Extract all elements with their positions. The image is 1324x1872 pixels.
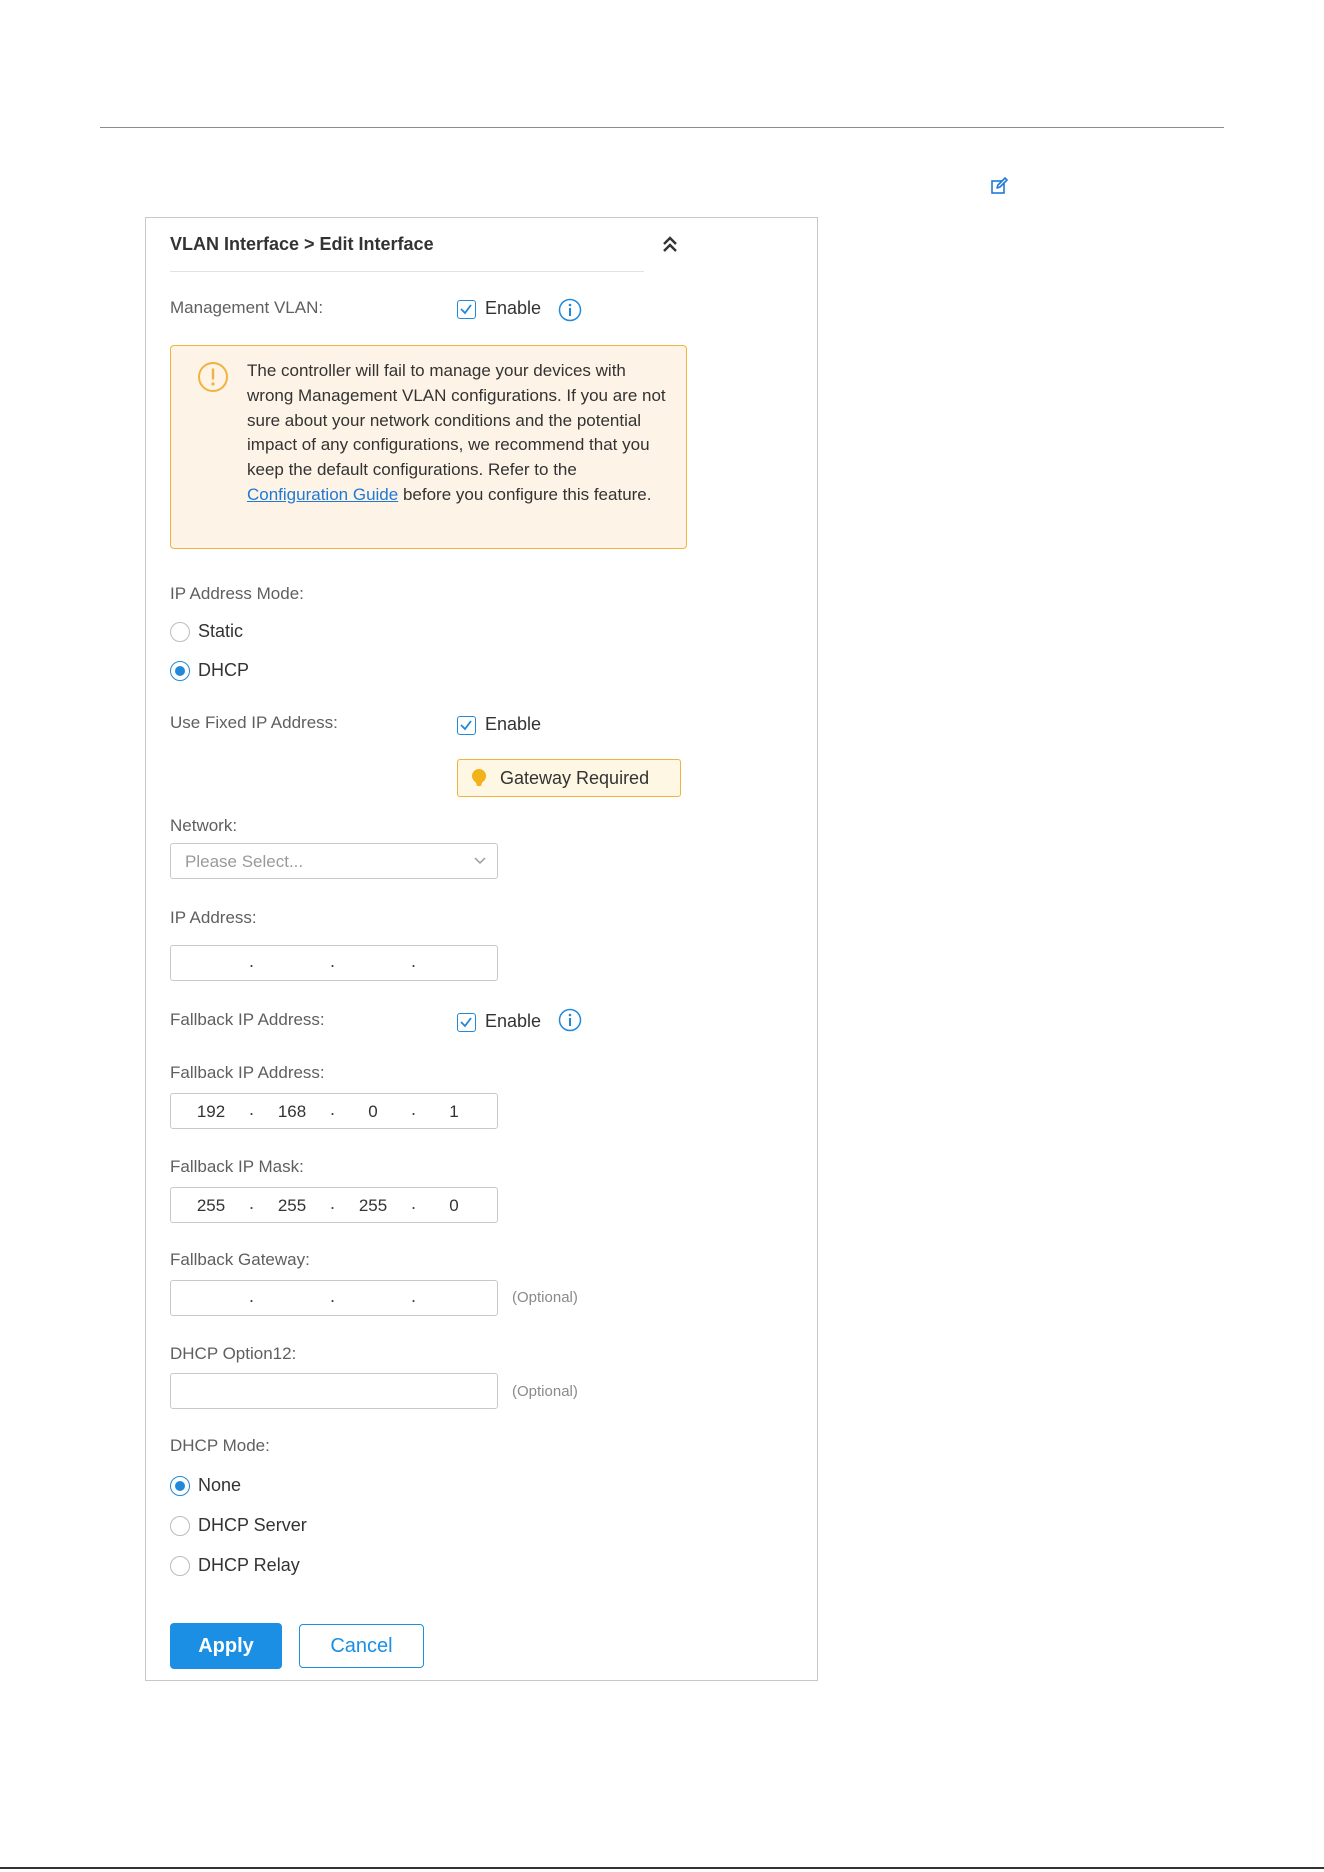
network-placeholder: Please Select... [185, 852, 304, 871]
dhcp-mode-none-radio[interactable] [170, 1476, 190, 1496]
panel-title: VLAN Interface > Edit Interface [170, 234, 434, 254]
fallback-gateway-label: Fallback Gateway: [170, 1250, 310, 1269]
fallback-ip-label: Fallback IP Address: [170, 1063, 325, 1082]
management-vlan-checkbox[interactable] [457, 300, 476, 319]
fallback-ip-octet-2[interactable]: 168 [270, 1102, 314, 1122]
info-icon[interactable] [558, 1008, 582, 1032]
fixed-ip-checkbox[interactable] [457, 716, 476, 735]
dhcp-option12-input[interactable] [170, 1373, 498, 1409]
fallback-mask-octet-2[interactable]: 255 [270, 1196, 314, 1216]
ip-mode-dhcp-radio[interactable] [170, 661, 190, 681]
warning-icon [198, 362, 228, 392]
fallback-ip-octet-3[interactable]: 0 [351, 1102, 395, 1122]
ip-address-mode-label: IP Address Mode: [170, 584, 304, 603]
ip-dot: . [249, 1099, 255, 1119]
fallback-ip-octet-1[interactable]: 192 [189, 1102, 233, 1122]
fallback-ip-toggle-label: Fallback IP Address: [170, 1010, 325, 1029]
info-icon[interactable] [558, 298, 582, 322]
fallback-ip-checkbox[interactable] [457, 1013, 476, 1032]
warning-text: The controller will fail to manage your … [247, 361, 666, 504]
ip-mode-dhcp-label: DHCP [198, 660, 250, 680]
dhcp-mode-relay-radio[interactable] [170, 1556, 190, 1576]
dhcp-mode-server-radio[interactable] [170, 1516, 190, 1536]
ip-dot: . [249, 951, 255, 971]
chevron-down-icon [474, 857, 486, 865]
edit-icon [991, 177, 1008, 194]
network-label: Network: [170, 816, 238, 835]
collapse-icon[interactable] [660, 234, 680, 256]
ip-mode-static-label: Static [198, 621, 244, 641]
fallback-ip-enable-label: Enable [485, 1011, 542, 1031]
cancel-button[interactable]: Cancel [299, 1624, 424, 1668]
dhcp-option12-label: DHCP Option12: [170, 1344, 297, 1363]
dhcp-mode-label: DHCP Mode: [170, 1436, 270, 1455]
fallback-mask-octet-4[interactable]: 0 [432, 1196, 476, 1216]
fallback-mask-input[interactable]: 255 . 255 . 255 . 0 [170, 1187, 498, 1223]
fixed-ip-label: Use Fixed IP Address: [170, 713, 338, 732]
fallback-gateway-input[interactable]: . . . [170, 1280, 498, 1316]
fallback-mask-octet-3[interactable]: 255 [351, 1196, 395, 1216]
ip-dot: . [411, 1193, 417, 1213]
warning-box: The controller will fail to manage your … [170, 345, 687, 549]
ip-dot: . [411, 1286, 417, 1306]
dhcp-mode-none-label: None [198, 1475, 242, 1495]
management-vlan-label: Management VLAN: [170, 298, 324, 317]
ip-dot: . [411, 1099, 417, 1119]
ip-dot: . [411, 951, 417, 971]
configuration-guide-link[interactable]: Configuration Guide [247, 485, 398, 504]
edit-interface-panel: VLAN Interface > Edit Interface Manageme… [145, 217, 818, 1681]
dhcp-mode-server-label: DHCP Server [198, 1515, 307, 1535]
page-footer-rule [0, 1867, 1324, 1869]
dhcp-option12-optional-hint: (Optional) [512, 1383, 578, 1400]
network-select[interactable]: Please Select... [170, 843, 498, 879]
fixed-ip-enable-label: Enable [485, 714, 542, 734]
gateway-required-text: Gateway Required [500, 768, 650, 788]
fallback-mask-label: Fallback IP Mask: [170, 1157, 304, 1176]
fallback-gateway-optional-hint: (Optional) [512, 1289, 578, 1306]
ip-dot: . [330, 1193, 336, 1213]
dhcp-mode-relay-label: DHCP Relay [198, 1555, 300, 1575]
ip-address-input[interactable]: . . . [170, 945, 498, 981]
ip-dot: . [249, 1193, 255, 1213]
apply-button[interactable]: Apply [170, 1623, 282, 1669]
ip-address-label: IP Address: [170, 908, 257, 927]
ip-dot: . [330, 1099, 336, 1119]
bulb-icon [472, 769, 486, 786]
page-header-rule [100, 127, 1224, 128]
ip-mode-static-radio[interactable] [170, 622, 190, 642]
fallback-ip-octet-4[interactable]: 1 [432, 1102, 476, 1122]
ip-dot: . [330, 1286, 336, 1306]
fallback-ip-input[interactable]: 192 . 168 . 0 . 1 [170, 1093, 498, 1129]
ip-dot: . [330, 951, 336, 971]
title-divider [170, 271, 644, 272]
fallback-mask-octet-1[interactable]: 255 [189, 1196, 233, 1216]
gateway-required-badge: Gateway Required [457, 759, 681, 797]
management-vlan-enable-label: Enable [485, 298, 542, 318]
ip-dot: . [249, 1286, 255, 1306]
